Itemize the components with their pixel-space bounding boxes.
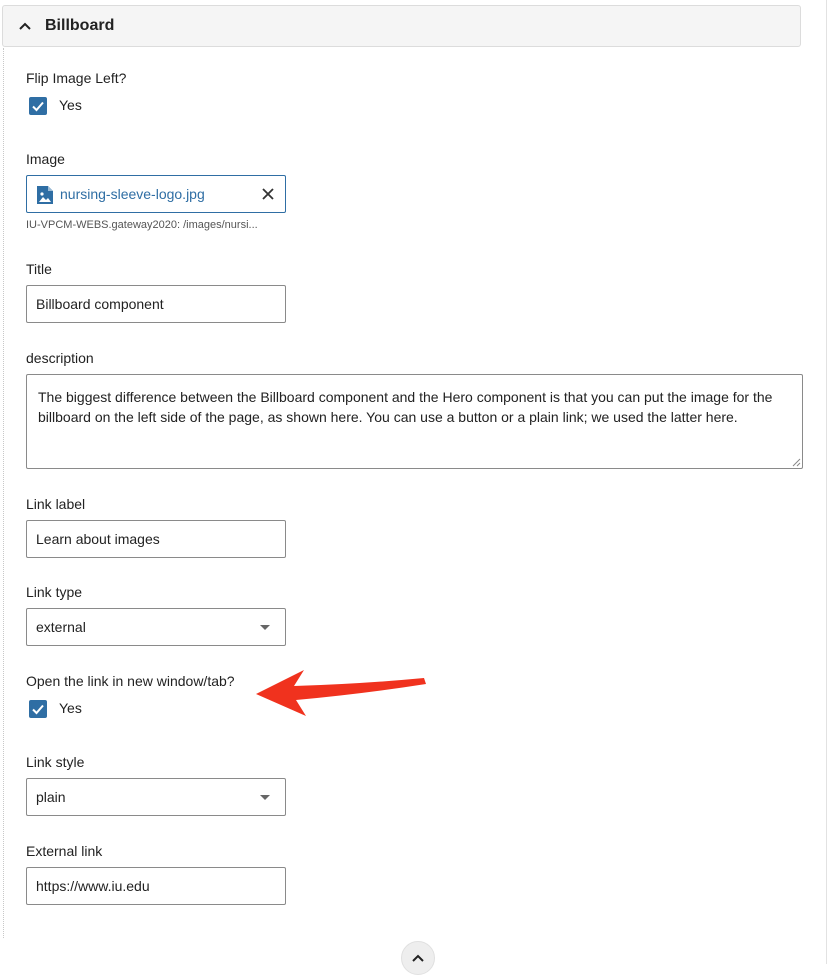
external-link-label: External link <box>26 843 103 859</box>
description-textarea[interactable]: The biggest difference between the Billb… <box>26 374 803 469</box>
image-path: IU-VPCM-WEBS.gateway2020: /images/nursi.… <box>26 219 258 231</box>
annotation-arrow-icon <box>256 670 426 716</box>
link-style-select[interactable]: plain <box>26 778 286 816</box>
flip-image-label: Flip Image Left? <box>26 70 127 86</box>
checkmark-icon <box>32 101 44 112</box>
dropdown-caret-icon <box>260 625 270 630</box>
link-type-value: external <box>36 619 86 635</box>
external-link-value: https://www.iu.edu <box>36 878 150 894</box>
collapse-button[interactable] <box>401 941 435 975</box>
image-file-field[interactable]: nursing-sleeve-logo.jpg <box>26 175 286 213</box>
panel-guide-line <box>3 48 4 938</box>
chevron-up-icon <box>412 954 424 962</box>
new-window-yes-label: Yes <box>59 700 82 716</box>
resize-handle-icon[interactable] <box>792 458 801 467</box>
flip-image-yes-label: Yes <box>59 97 82 113</box>
right-border <box>826 0 827 964</box>
link-type-label: Link type <box>26 584 83 600</box>
external-link-input[interactable]: https://www.iu.edu <box>26 867 286 905</box>
title-input[interactable]: Billboard component <box>26 285 286 323</box>
image-filename-link[interactable]: nursing-sleeve-logo.jpg <box>60 186 205 202</box>
chevron-up-icon <box>19 22 31 30</box>
title-label: Title <box>26 261 52 277</box>
description-label: description <box>26 350 94 366</box>
new-window-label: Open the link in new window/tab? <box>26 673 235 689</box>
panel-title: Billboard <box>45 17 115 34</box>
link-type-select[interactable]: external <box>26 608 286 646</box>
image-label: Image <box>26 151 65 167</box>
new-window-checkbox[interactable] <box>29 700 47 718</box>
link-label-value: Learn about images <box>36 531 160 547</box>
link-label-label: Link label <box>26 496 86 512</box>
link-style-label: Link style <box>26 754 85 770</box>
checkmark-icon <box>32 704 44 715</box>
image-file-icon <box>37 186 53 204</box>
flip-image-checkbox[interactable] <box>29 97 47 115</box>
billboard-panel-header[interactable]: Billboard <box>2 5 801 47</box>
link-label-input[interactable]: Learn about images <box>26 520 286 558</box>
description-value: The biggest difference between the Billb… <box>38 389 773 425</box>
link-style-value: plain <box>36 789 66 805</box>
close-icon[interactable] <box>261 187 275 201</box>
title-input-value: Billboard component <box>36 296 164 312</box>
dropdown-caret-icon <box>260 795 270 800</box>
